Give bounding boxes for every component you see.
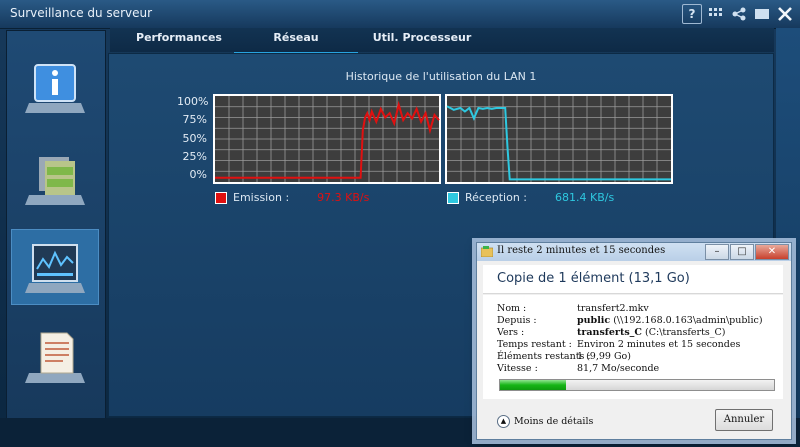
dialog-minimize-button[interactable]: – <box>705 244 729 260</box>
reception-swatch <box>447 191 459 204</box>
y-tick-25: 25% <box>182 150 207 163</box>
detail-value: public (\\192.168.0.163\admin\public) <box>577 315 763 326</box>
dialog-window-buttons: – □ ✕ <box>704 244 789 260</box>
copy-progress-bar <box>499 379 775 391</box>
network-icon[interactable] <box>707 5 725 23</box>
dialog-details: Nom : transfert2.mkv Depuis : public (\\… <box>483 295 783 399</box>
reception-legend: Réception : 681.4 KB/s <box>447 191 614 204</box>
close-icon[interactable] <box>776 5 794 23</box>
sidebar-item-log[interactable] <box>11 319 99 395</box>
destination-link[interactable]: transferts_C <box>577 327 642 338</box>
help-icon[interactable]: ? <box>682 4 702 24</box>
resource-monitor-icon <box>25 244 85 293</box>
emission-value: 97.3 KB/s <box>317 191 370 204</box>
tab-reseau[interactable]: Réseau <box>234 28 358 55</box>
detail-label: Vers : <box>497 327 525 338</box>
tab-performances[interactable]: Performances <box>120 28 238 52</box>
detail-label: Temps restant : <box>497 339 572 350</box>
progress-fill <box>500 380 566 390</box>
document-log-icon <box>25 332 85 383</box>
title-bar: Surveillance du serveur ? <box>0 0 800 29</box>
emission-chart-svg <box>215 96 440 182</box>
dialog-heading: Copie de 1 élément (13,1 Go) <box>497 271 690 286</box>
reception-label: Réception : <box>465 191 527 204</box>
reception-value: 681.4 KB/s <box>555 191 615 204</box>
dialog-header: Copie de 1 élément (13,1 Go) <box>483 265 783 294</box>
minimize-icon[interactable] <box>753 5 771 23</box>
y-tick-75: 75% <box>182 113 207 126</box>
y-tick-100: 100% <box>177 95 209 108</box>
emission-legend: Emission : 97.3 KB/s <box>215 191 369 204</box>
info-monitor-icon <box>25 64 85 113</box>
detail-label: Éléments restants : <box>497 351 591 362</box>
detail-label: Vitesse : <box>497 363 538 374</box>
chevron-up-icon: ▲ <box>497 415 510 428</box>
emission-swatch <box>215 191 227 204</box>
detail-value: transferts_C (C:\transferts_C) <box>577 327 726 338</box>
dialog-footer: ▲ Moins de détails Annuler <box>477 401 791 437</box>
file-copy-dialog: Il reste 2 minutes et 15 secondes – □ ✕ … <box>476 242 792 440</box>
dialog-close-button[interactable]: ✕ <box>755 244 789 260</box>
cancel-button[interactable]: Annuler <box>715 409 773 431</box>
source-link[interactable]: public <box>577 315 610 326</box>
tab-util-processeur[interactable]: Util. Processeur <box>360 28 484 52</box>
window-title: Surveillance du serveur <box>10 6 153 20</box>
y-tick-50: 50% <box>182 132 207 145</box>
less-details-label: Moins de détails <box>514 416 594 427</box>
sidebar-item-storage[interactable] <box>11 141 99 217</box>
detail-label: Depuis : <box>497 315 537 326</box>
detail-value: 81,7 Mo/seconde <box>577 363 660 374</box>
tab-bar: Performances Réseau Util. Processeur <box>110 28 774 55</box>
emission-label: Emission : <box>233 191 290 204</box>
reception-chart-svg <box>446 96 671 182</box>
sidebar-item-info[interactable] <box>11 51 99 127</box>
detail-value: Environ 2 minutes et 15 secondes <box>577 339 741 350</box>
share-icon[interactable] <box>730 5 748 23</box>
y-tick-0: 0% <box>189 168 207 181</box>
copy-folder-icon <box>481 246 493 257</box>
dialog-maximize-button[interactable]: □ <box>730 244 754 260</box>
titlebar-icons: ? <box>682 4 794 24</box>
sidebar-item-monitor[interactable] <box>11 229 99 305</box>
less-details-toggle[interactable]: ▲ Moins de détails <box>497 415 593 428</box>
detail-label: Nom : <box>497 303 527 314</box>
detail-value: 1 (9,99 Go) <box>577 351 631 362</box>
sidebar <box>6 30 106 420</box>
dialog-title-bar: Il reste 2 minutes et 15 secondes – □ ✕ <box>477 243 791 261</box>
hard-drive-icon <box>25 157 85 205</box>
emission-chart <box>213 94 441 184</box>
chart-title: Historique de l'utilisation du LAN 1 <box>345 70 537 83</box>
detail-value: transfert2.mkv <box>577 303 649 314</box>
reception-chart <box>445 94 673 184</box>
dialog-title: Il reste 2 minutes et 15 secondes <box>497 245 666 256</box>
